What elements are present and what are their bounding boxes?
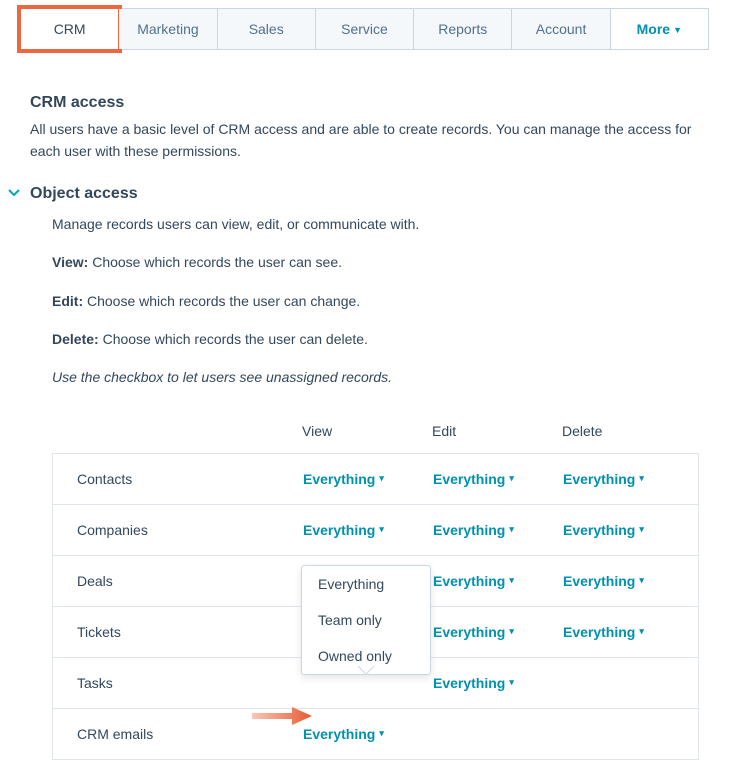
dropdown-option[interactable]: Team only: [302, 602, 430, 638]
tab-marketing[interactable]: Marketing: [119, 9, 217, 49]
delete-label: Delete:: [52, 331, 99, 347]
delete-cell: Everything ▾: [563, 522, 693, 538]
tab-label: Reports: [438, 21, 487, 37]
object-name: Tasks: [53, 675, 303, 691]
view-permission-dropdown[interactable]: Everything ▾: [303, 726, 384, 742]
table-row: CRM emailsEverything ▾: [53, 709, 698, 760]
object-access-body: Manage records users can view, edit, or …: [30, 213, 699, 760]
permissions-table: View Edit Delete ContactsEverything ▾Eve…: [52, 415, 699, 760]
tabs-bar: CRM Marketing Sales Service Reports Acco…: [20, 8, 709, 50]
chevron-down-icon: [8, 186, 30, 202]
chevron-down-icon: ▾: [509, 626, 514, 637]
section-description: All users have a basic level of CRM acce…: [30, 118, 699, 163]
edit-cell: Everything ▾: [433, 573, 563, 589]
chevron-down-icon: ▾: [639, 473, 644, 484]
chevron-down-icon: ▾: [639, 575, 644, 586]
object-name: Contacts: [53, 471, 303, 487]
view-text: Choose which records the user can see.: [92, 254, 342, 270]
tab-label: CRM: [54, 21, 86, 37]
chevron-down-icon: ▾: [639, 626, 644, 637]
col-view-header: View: [302, 423, 432, 439]
view-permission-dropdown[interactable]: Everything ▾: [303, 471, 384, 487]
edit-text: Choose which records the user can change…: [87, 293, 360, 309]
tab-account[interactable]: Account: [512, 9, 610, 49]
chevron-down-icon: ▾: [509, 473, 514, 484]
chevron-down-icon: ▾: [379, 728, 384, 739]
view-dropdown-popover: Everything Team only Owned only: [301, 565, 431, 675]
view-cell: Everything ▾: [303, 726, 433, 742]
chevron-down-icon: ▾: [509, 575, 514, 586]
edit-label: Edit:: [52, 293, 83, 309]
view-label: View:: [52, 254, 88, 270]
tab-label: Marketing: [137, 21, 198, 37]
dropdown-option[interactable]: Everything: [302, 566, 430, 602]
table-row: CompaniesEverything ▾Everything ▾Everyth…: [53, 505, 698, 556]
view-definition: View: Choose which records the user can …: [52, 251, 699, 273]
delete-definition: Delete: Choose which records the user ca…: [52, 328, 699, 350]
chevron-down-icon: ▾: [379, 473, 384, 484]
tab-sales[interactable]: Sales: [218, 9, 316, 49]
edit-cell: Everything ▾: [433, 471, 563, 487]
tab-label: Service: [341, 21, 388, 37]
col-edit-header: Edit: [432, 423, 562, 439]
tab-reports[interactable]: Reports: [414, 9, 512, 49]
delete-cell: Everything ▾: [563, 624, 693, 640]
object-name: Companies: [53, 522, 303, 538]
chevron-down-icon: ▾: [639, 524, 644, 535]
object-name: CRM emails: [53, 726, 303, 742]
section-title: CRM access: [30, 94, 699, 112]
delete-permission-dropdown[interactable]: Everything ▾: [563, 624, 644, 640]
view-permission-dropdown[interactable]: Everything ▾: [303, 522, 384, 538]
chevron-down-icon: ▾: [379, 524, 384, 535]
object-access-toggle[interactable]: Object access: [8, 185, 699, 203]
chevron-down-icon: ▾: [509, 524, 514, 535]
col-object-header: [52, 423, 302, 439]
object-name: Tickets: [53, 624, 303, 640]
chevron-down-icon: ▼: [673, 25, 682, 35]
table-header: View Edit Delete: [52, 415, 699, 453]
edit-permission-dropdown[interactable]: Everything ▾: [433, 471, 514, 487]
edit-permission-dropdown[interactable]: Everything ▾: [433, 522, 514, 538]
tab-label: Account: [536, 21, 587, 37]
object-access-intro: Manage records users can view, edit, or …: [52, 213, 699, 235]
tab-service[interactable]: Service: [316, 9, 414, 49]
edit-permission-dropdown[interactable]: Everything ▾: [433, 675, 514, 691]
view-cell: Everything ▾: [303, 471, 433, 487]
edit-definition: Edit: Choose which records the user can …: [52, 290, 699, 312]
delete-cell: Everything ▾: [563, 573, 693, 589]
edit-permission-dropdown[interactable]: Everything ▾: [433, 573, 514, 589]
delete-text: Choose which records the user can delete…: [103, 331, 368, 347]
tab-more[interactable]: More▼: [611, 9, 708, 49]
chevron-down-icon: ▾: [509, 677, 514, 688]
edit-cell: Everything ▾: [433, 675, 563, 691]
edit-permission-dropdown[interactable]: Everything ▾: [433, 624, 514, 640]
object-name: Deals: [53, 573, 303, 589]
delete-cell: Everything ▾: [563, 471, 693, 487]
object-access-note: Use the checkbox to let users see unassi…: [52, 366, 699, 388]
object-access-title: Object access: [30, 185, 138, 203]
delete-permission-dropdown[interactable]: Everything ▾: [563, 471, 644, 487]
content-area: CRM access All users have a basic level …: [0, 50, 729, 760]
view-cell: Everything ▾: [303, 522, 433, 538]
delete-permission-dropdown[interactable]: Everything ▾: [563, 522, 644, 538]
tab-crm[interactable]: CRM: [21, 9, 119, 49]
table-row: ContactsEverything ▾Everything ▾Everythi…: [53, 454, 698, 505]
edit-cell: Everything ▾: [433, 624, 563, 640]
edit-cell: Everything ▾: [433, 522, 563, 538]
tab-label: Sales: [249, 21, 284, 37]
col-delete-header: Delete: [562, 423, 692, 439]
delete-permission-dropdown[interactable]: Everything ▾: [563, 573, 644, 589]
tab-label: More: [637, 21, 670, 37]
popover-arrow-icon: [358, 666, 374, 682]
